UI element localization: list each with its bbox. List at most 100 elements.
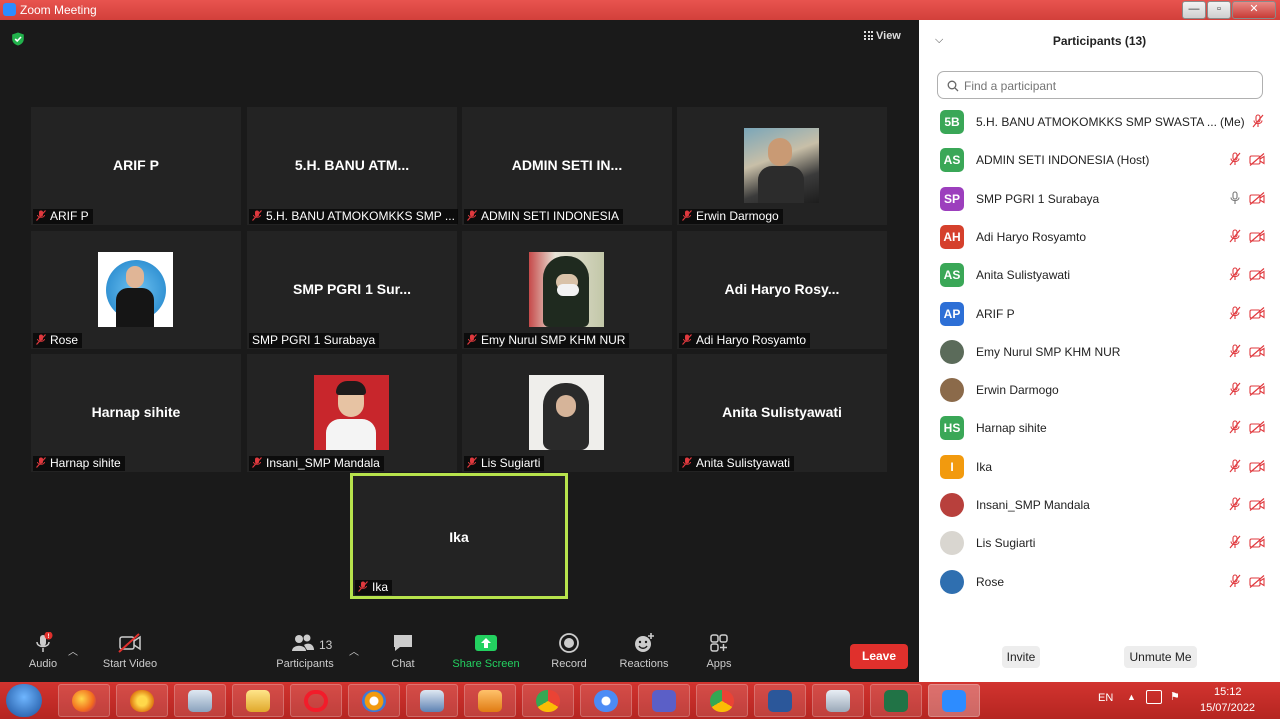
participant-row[interactable]: AS ADMIN SETI INDONESIA (Host) [919, 141, 1280, 179]
view-button[interactable]: View [864, 30, 901, 42]
taskbar-browser-shield[interactable] [116, 684, 168, 717]
participant-row[interactable]: SP SMP PGRI 1 Surabaya [919, 180, 1280, 218]
muted-mic-icon [252, 210, 262, 221]
calculator-icon [826, 690, 850, 712]
muted-mic-icon[interactable] [1229, 420, 1241, 434]
video-tile[interactable]: Harnap sihite Harnap sihite [31, 354, 241, 472]
participant-row[interactable]: AP ARIF P [919, 295, 1280, 333]
participant-name: Anita Sulistyawati [976, 268, 1071, 283]
start-button-windows-icon[interactable] [6, 684, 42, 717]
taskbar-chrome[interactable] [522, 684, 574, 717]
record-icon [559, 633, 579, 653]
taskbar-network[interactable] [406, 684, 458, 717]
video-tile[interactable]: 5.H. BANU ATM... 5.H. BANU ATMOKOMKKS SM… [247, 107, 458, 225]
unmute-me-button[interactable]: Unmute Me [1124, 646, 1197, 668]
video-off-icon[interactable] [1249, 421, 1265, 435]
muted-mic-icon[interactable] [1229, 229, 1241, 243]
muted-mic-icon[interactable] [1229, 382, 1241, 396]
video-tile[interactable]: ADMIN SETI IN... ADMIN SETI INDONESIA [462, 107, 672, 225]
participant-row[interactable]: I Ika [919, 448, 1280, 486]
participant-row[interactable]: Emy Nurul SMP KHM NUR [919, 333, 1280, 371]
share-screen-button[interactable]: Share Screen [450, 632, 522, 670]
participants-button[interactable]: 13 Participants [275, 632, 335, 670]
participant-search-input[interactable] [962, 76, 1256, 96]
muted-mic-icon[interactable] [1229, 152, 1241, 166]
participant-search-box[interactable] [937, 71, 1263, 99]
chat-button[interactable]: Chat [380, 632, 426, 670]
participant-row[interactable]: Erwin Darmogo [919, 371, 1280, 409]
taskbar-excel[interactable] [870, 684, 922, 717]
taskbar-teams[interactable] [638, 684, 690, 717]
audio-options-caret[interactable]: ︿ [68, 643, 78, 658]
video-off-icon[interactable] [1249, 498, 1265, 511]
video-off-icon[interactable] [1249, 344, 1265, 358]
taskbar-media-player[interactable] [464, 684, 516, 717]
audio-button[interactable]: ! Audio [22, 632, 64, 670]
video-off-icon[interactable] [1249, 191, 1265, 205]
taskbar-zoom[interactable] [928, 684, 980, 717]
encryption-shield-icon[interactable] [11, 32, 25, 46]
participant-row[interactable]: Rose [919, 563, 1280, 601]
action-center-flag-icon[interactable]: ⚑ [1170, 690, 1184, 704]
video-tile[interactable]: SMP PGRI 1 Sur... SMP PGRI 1 Surabaya [247, 231, 457, 349]
video-off-icon[interactable] [1249, 229, 1265, 243]
close-window-button[interactable]: ✕ [1232, 1, 1276, 19]
show-hidden-icons-caret[interactable]: ▲ [1127, 692, 1136, 702]
video-tile[interactable]: Emy Nurul SMP KHM NUR [462, 231, 672, 349]
muted-mic-icon[interactable] [1252, 114, 1264, 128]
video-tile[interactable]: Insani_SMP Mandala [247, 354, 457, 472]
video-off-icon[interactable] [1249, 459, 1265, 473]
taskbar-file-explorer[interactable] [232, 684, 284, 717]
video-tile[interactable]: Anita Sulistyawati Anita Sulistyawati [677, 354, 887, 472]
participant-row[interactable]: HS Harnap sihite [919, 409, 1280, 447]
video-off-icon[interactable] [1249, 268, 1265, 282]
clock-time[interactable]: 15:12 [1214, 686, 1242, 698]
video-off-icon[interactable] [1249, 153, 1265, 167]
participant-row[interactable]: Insani_SMP Mandala [919, 486, 1280, 524]
maximize-button[interactable]: ▫ [1207, 1, 1231, 19]
clock-date[interactable]: 15/07/2022 [1200, 702, 1255, 714]
participant-row[interactable]: AH Adi Haryo Rosyamto [919, 218, 1280, 256]
video-tile[interactable]: ARIF P ARIF P [31, 107, 241, 225]
taskbar-firefox[interactable] [58, 684, 110, 717]
taskbar-word[interactable] [754, 684, 806, 717]
participant-row[interactable]: Lis Sugiarti [919, 524, 1280, 562]
muted-mic-icon[interactable] [1229, 459, 1241, 473]
video-off-icon[interactable] [1249, 536, 1265, 550]
muted-mic-icon[interactable] [1229, 267, 1241, 281]
participant-row[interactable]: AS Anita Sulistyawati [919, 256, 1280, 294]
video-off-icon[interactable] [1249, 574, 1265, 588]
participants-label: Participants [276, 658, 334, 670]
video-tile-active-speaker[interactable]: Ika Ika [350, 473, 568, 599]
muted-mic-icon[interactable] [1229, 497, 1241, 511]
record-button[interactable]: Record [547, 632, 591, 670]
taskbar-chrome-2[interactable] [696, 684, 748, 717]
taskbar-network-computer[interactable] [174, 684, 226, 717]
video-off-icon[interactable] [1249, 383, 1265, 397]
reactions-button[interactable]: Reactions [617, 632, 671, 670]
taskbar-avast[interactable] [348, 684, 400, 717]
video-tile[interactable]: Rose [31, 231, 241, 349]
muted-mic-icon[interactable] [1229, 535, 1241, 549]
taskbar-opera[interactable] [290, 684, 342, 717]
language-indicator[interactable]: EN [1098, 692, 1113, 704]
taskbar-calculator[interactable] [812, 684, 864, 717]
taskbar-chromium[interactable] [580, 684, 632, 717]
video-tile[interactable]: Lis Sugiarti [462, 354, 672, 472]
muted-mic-icon[interactable] [1229, 574, 1241, 588]
muted-mic-icon[interactable] [1229, 344, 1241, 358]
participant-avatar: AP [940, 301, 964, 326]
invite-button[interactable]: Invite [1002, 646, 1040, 668]
video-tile[interactable]: Erwin Darmogo [677, 107, 887, 225]
leave-button[interactable]: Leave [850, 644, 908, 669]
participant-row[interactable]: 5B 5.H. BANU ATMOKOMKKS SMP SWASTA ... (Me… [919, 103, 1280, 141]
minimize-button[interactable]: — [1182, 1, 1206, 19]
participants-options-caret[interactable]: ︿ [349, 643, 359, 658]
mic-icon[interactable] [1229, 191, 1241, 205]
video-off-icon[interactable] [1249, 306, 1265, 320]
network-tray-icon[interactable] [1146, 690, 1162, 704]
apps-button[interactable]: Apps [699, 632, 739, 670]
start-video-button[interactable]: Start Video [100, 632, 160, 670]
muted-mic-icon[interactable] [1229, 305, 1241, 320]
video-tile[interactable]: Adi Haryo Rosy... Adi Haryo Rosyamto [677, 231, 887, 349]
